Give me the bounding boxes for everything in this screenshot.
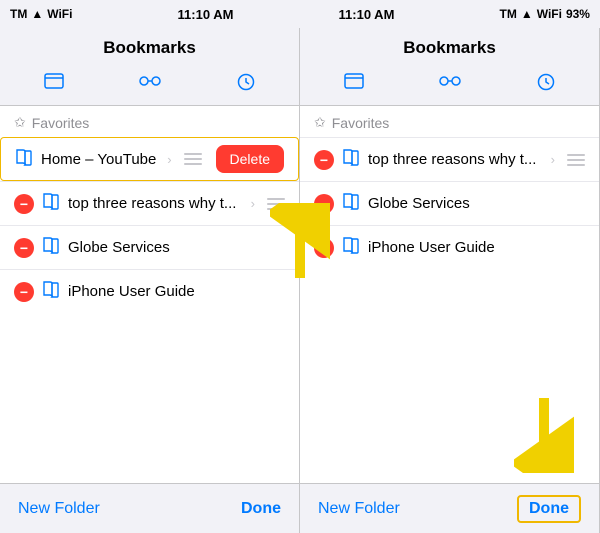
minus-btn-iphone-guide[interactable]: − [14,282,34,302]
bookmark-item-globe-right[interactable]: − Globe Services [300,181,599,225]
status-left: TM ▲ WiFi [10,7,72,21]
reorder-icon-top-three[interactable] [267,198,285,210]
left-panel-title: Bookmarks [0,28,299,64]
book-icon-globe-right [342,192,360,215]
bookmark-item-top-three-right[interactable]: − top three reasons why t... › [300,137,599,181]
status-bar: TM ▲ WiFi 11:10 AM 11:10 AM TM ▲ WiFi 93… [0,0,600,28]
chevron-home-youtube: › [167,152,171,167]
right-bottom-bar: New Folder Done [300,483,599,533]
item-text-iphone-guide-right: iPhone User Guide [368,239,585,256]
chevron-top-three: › [251,196,255,211]
time-left: 11:10 AM [178,7,234,22]
minus-btn-top-three-right[interactable]: − [314,150,334,170]
left-tab-bookmarks[interactable] [26,68,82,101]
item-text-iphone-guide: iPhone User Guide [68,283,285,300]
bookmark-item-iphone-guide-right[interactable]: − iPhone User Guide [300,225,599,269]
favorites-star-icon: ✩ [14,114,26,131]
book-icon-home [15,148,33,171]
bookmark-item-top-three[interactable]: − top three reasons why t... › [0,181,299,225]
right-panel: Bookmarks ✩ Favorites − [300,28,600,533]
right-tab-history[interactable] [519,68,573,101]
minus-btn-globe[interactable]: − [14,238,34,258]
wifi-left: WiFi [47,7,72,21]
reorder-icon-top-three-right[interactable] [567,154,585,166]
wifi-right: WiFi [537,7,562,21]
minus-btn-top-three[interactable]: − [14,194,34,214]
right-tabs-bar [300,64,599,106]
item-text-top-three-right: top three reasons why t... [368,151,543,168]
left-panel: Bookmarks ✩ Favorites Home – You [0,28,300,533]
right-favorites-header: ✩ Favorites [300,106,599,137]
reorder-icon-home-youtube[interactable] [184,153,202,165]
book-icon-top-three [42,192,60,215]
right-tab-bookmarks[interactable] [326,68,382,101]
left-list-area: ✩ Favorites Home – YouTube › Delete − [0,106,299,483]
item-text-home-youtube: Home – YouTube [41,151,159,168]
bookmark-item-iphone-guide[interactable]: − iPhone User Guide [0,269,299,313]
right-list-area: ✩ Favorites − top three reasons why t...… [300,106,599,483]
right-panel-title: Bookmarks [300,28,599,64]
bookmark-item-globe[interactable]: − Globe Services [0,225,299,269]
right-favorites-label: Favorites [332,115,390,131]
item-text-globe-right: Globe Services [368,195,585,212]
signal-right: ▲ [521,7,533,21]
status-right: TM ▲ WiFi 93% [500,7,590,21]
item-text-top-three: top three reasons why t... [68,195,243,212]
time-right: 11:10 AM [339,7,395,22]
bookmark-item-home-youtube[interactable]: Home – YouTube › Delete [0,137,299,181]
item-text-globe: Globe Services [68,239,285,256]
right-tab-reading[interactable] [421,68,479,101]
left-favorites-header: ✩ Favorites [0,106,299,137]
book-icon-globe [42,236,60,259]
left-tabs-bar [0,64,299,106]
book-icon-iphone-guide-right [342,236,360,259]
signal-left: ▲ [31,7,43,21]
right-done-button[interactable]: Done [517,495,581,523]
right-favorites-star-icon: ✩ [314,114,326,131]
delete-button-home-youtube[interactable]: Delete [216,145,284,173]
carrier-right: TM [500,7,517,21]
carrier-left: TM [10,7,27,21]
book-icon-iphone-guide [42,280,60,303]
left-bottom-bar: New Folder Done [0,483,299,533]
minus-btn-iphone-guide-right[interactable]: − [314,238,334,258]
right-new-folder-button[interactable]: New Folder [318,500,400,518]
left-done-button[interactable]: Done [241,500,281,518]
left-new-folder-button[interactable]: New Folder [18,500,100,518]
left-tab-history[interactable] [219,68,273,101]
chevron-top-three-right: › [551,152,555,167]
left-favorites-label: Favorites [32,115,90,131]
minus-btn-globe-right[interactable]: − [314,194,334,214]
book-icon-top-three-right [342,148,360,171]
battery: 93% [566,7,590,21]
left-tab-reading[interactable] [121,68,179,101]
